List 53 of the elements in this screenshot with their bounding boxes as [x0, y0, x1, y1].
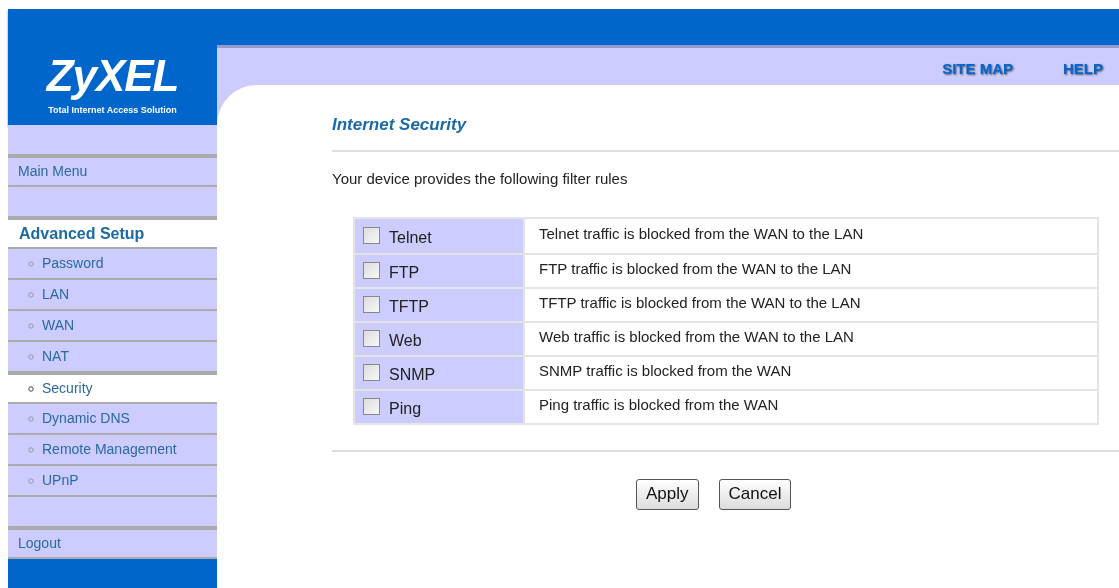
top-link[interactable]: SITE MAP — [942, 58, 1013, 81]
sidebar-item[interactable]: Password — [8, 249, 217, 280]
sidebar-item-label: Dynamic DNS — [42, 409, 130, 428]
rule-checkbox[interactable] — [363, 227, 380, 244]
top-link[interactable]: HELP — [1063, 58, 1103, 81]
bullet-icon — [28, 477, 34, 484]
rule-name: TFTP — [389, 296, 429, 317]
sidebar-item-label: Password — [42, 254, 104, 273]
intro-text: Your device provides the following filter rules — [332, 169, 629, 189]
sidebar-link[interactable]: Logout — [8, 528, 217, 559]
rule-checkbox[interactable] — [363, 330, 380, 347]
sidebar-item[interactable]: Security — [8, 373, 217, 404]
rule-description: Ping traffic is blocked from the WAN — [538, 395, 780, 416]
rule-description: Web traffic is blocked from the WAN to the LAN — [538, 327, 855, 348]
rule-name: Web — [389, 330, 422, 351]
rule-name: SNMP — [389, 364, 436, 385]
bullet-icon — [28, 260, 34, 267]
bullet-icon — [28, 446, 34, 453]
sidebar-item[interactable]: Dynamic DNS — [8, 404, 217, 435]
sidebar-link[interactable]: Main Menu — [8, 156, 217, 187]
bullet-icon — [28, 353, 34, 360]
rule-checkbox[interactable] — [363, 398, 380, 415]
bullet-icon — [28, 291, 34, 298]
rule-description: TFTP traffic is blocked from the WAN to the LAN — [538, 293, 862, 314]
cancel-button[interactable]: Cancel — [718, 478, 792, 510]
sidebar-item-label: LAN — [42, 285, 70, 304]
sidebar-section[interactable]: Advanced Setup — [8, 218, 217, 249]
logo-tagline: Total Internet Access Solution — [48, 103, 177, 117]
sidebar-item[interactable]: NAT — [8, 342, 217, 373]
sidebar-item[interactable]: UPnP — [8, 466, 217, 497]
bullet-icon — [28, 415, 34, 422]
rule-name: Telnet — [389, 227, 432, 248]
rule-checkbox[interactable] — [363, 296, 380, 313]
sidebar-item-label: Remote Management — [42, 440, 177, 459]
bullet-icon — [28, 385, 34, 392]
apply-button[interactable]: Apply — [636, 478, 699, 510]
rule-description: Telnet traffic is blocked from the WAN to the LAN — [538, 224, 865, 245]
logo-wordmark: ZyXEL — [46, 53, 179, 98]
sidebar-item[interactable]: LAN — [8, 280, 217, 311]
sidebar-item-label: NAT — [42, 347, 69, 366]
page-title: Internet Security — [332, 114, 468, 136]
sidebar-item-label: UPnP — [42, 471, 79, 490]
rule-checkbox[interactable] — [363, 364, 380, 381]
rule-description: FTP traffic is blocked from the WAN to the LAN — [538, 259, 853, 280]
rule-name: Ping — [389, 398, 422, 419]
sidebar-item[interactable]: WAN — [8, 311, 217, 342]
rule-checkbox[interactable] — [363, 262, 380, 279]
sidebar-item-label: WAN — [42, 316, 75, 335]
sidebar-item[interactable]: Remote Management — [8, 435, 217, 466]
rule-name: FTP — [389, 262, 420, 283]
bullet-icon — [28, 322, 34, 329]
sidebar-item-label: Security — [42, 379, 93, 398]
rule-description: SNMP traffic is blocked from the WAN — [538, 361, 793, 382]
